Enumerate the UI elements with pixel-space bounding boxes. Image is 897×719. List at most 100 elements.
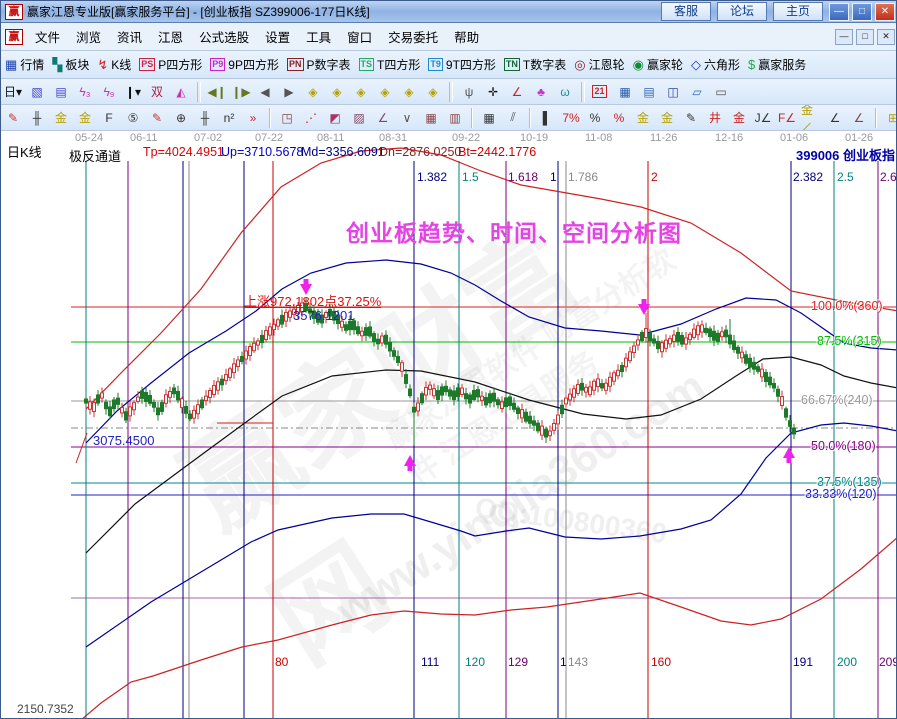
angle-gold-icon[interactable]: 金∠	[800, 107, 822, 129]
menu-资讯[interactable]: 资讯	[109, 24, 150, 49]
pct7-icon[interactable]: 7%	[560, 107, 582, 129]
mdi-minimize-button[interactable]: —	[835, 29, 853, 45]
slant-lines-icon[interactable]: ⫽	[502, 107, 524, 129]
t-digit-table-button[interactable]: TNT数字表	[504, 56, 566, 73]
sectors-button[interactable]: ▚板块	[52, 56, 89, 73]
diamond-hswap-icon[interactable]: ◈	[350, 81, 372, 103]
last-page-icon[interactable]: ❙▶	[230, 81, 252, 103]
grid-yellow1-icon[interactable]: ⊞	[882, 107, 897, 129]
angle-j-icon[interactable]: J∠	[752, 107, 774, 129]
diamond-shrink-icon[interactable]: ◈	[398, 81, 420, 103]
gann-tree-icon[interactable]: ♣	[530, 81, 552, 103]
kline-chart-area[interactable]: 赢家财富网www.yingjia360.com赢家江恩软件 财富分析软件 江恩工…	[1, 131, 897, 719]
draw-brush-icon[interactable]: ✎	[2, 107, 24, 129]
ma3-icon[interactable]: ϟ₃	[74, 81, 96, 103]
pct-lines-icon[interactable]: %	[608, 107, 630, 129]
ma9-icon[interactable]: ϟ₉	[98, 81, 120, 103]
gold-ruler-icon[interactable]: 金	[50, 107, 72, 129]
ruler-icon[interactable]: ╫	[26, 107, 48, 129]
t-square-button[interactable]: TST四方形	[359, 56, 421, 73]
9p-square-button[interactable]: P99P四方形	[210, 56, 279, 73]
maximize-button[interactable]: □	[852, 3, 872, 21]
winner-wheel-button[interactable]: ◉赢家轮	[633, 56, 683, 73]
f-ruler-icon[interactable]: F	[98, 107, 120, 129]
fan-grid-icon[interactable]: ▨	[348, 107, 370, 129]
calendar-icon[interactable]: 21	[590, 81, 612, 103]
pen2-icon[interactable]: ✎	[680, 107, 702, 129]
five-ruler-icon[interactable]: ⑤	[122, 107, 144, 129]
first-page-icon[interactable]: ◀❙	[206, 81, 228, 103]
fan-box-icon[interactable]: ◩	[324, 107, 346, 129]
9t-square-button[interactable]: T99T四方形	[428, 56, 496, 73]
volume-chart-icon[interactable]: ◭	[170, 81, 192, 103]
p-digit-table-button[interactable]: PNP数字表	[287, 56, 351, 73]
gann-grid-icon[interactable]: 井	[704, 107, 726, 129]
grid2-icon[interactable]: ▦	[478, 107, 500, 129]
diamond-cross-icon[interactable]: ◈	[374, 81, 396, 103]
circle-ruler-icon[interactable]: ⊕	[170, 107, 192, 129]
p-square-button[interactable]: PSP四方形	[139, 56, 202, 73]
prev-page-icon[interactable]: ◀	[254, 81, 276, 103]
minimize-button[interactable]: —	[829, 3, 849, 21]
angle-up-icon[interactable]: ∠	[824, 107, 846, 129]
hbars-icon[interactable]: ▌	[536, 107, 558, 129]
winner-service-button[interactable]: $赢家服务	[748, 56, 806, 73]
menu-江恩[interactable]: 江恩	[150, 24, 191, 49]
next-page-icon[interactable]: ▶	[278, 81, 300, 103]
print-icon[interactable]: ▭	[710, 81, 732, 103]
candle-style-dropdown[interactable]: ❙▾	[122, 81, 144, 103]
calculator-icon[interactable]: ▦	[614, 81, 636, 103]
brain-tool-icon[interactable]: ω	[554, 81, 576, 103]
service-button-3[interactable]: 主页	[773, 2, 823, 21]
fan-lines-icon[interactable]: ⋰	[300, 107, 322, 129]
candle-body	[577, 385, 580, 394]
export-icon[interactable]: ▱	[686, 81, 708, 103]
info-panel-icon[interactable]: ▤	[50, 81, 72, 103]
menu-设置[interactable]: 设置	[257, 24, 298, 49]
diamond-expand-icon[interactable]: ◈	[422, 81, 444, 103]
notes-icon[interactable]: ▤	[638, 81, 660, 103]
double-k-icon[interactable]: 双	[146, 81, 168, 103]
grid-tool-icon[interactable]: ▦	[420, 107, 442, 129]
indicator-name[interactable]: 极反通道	[69, 146, 121, 165]
menu-文件[interactable]: 文件	[27, 24, 68, 49]
ray-lines-icon[interactable]: ∠	[372, 107, 394, 129]
menu-公式选股[interactable]: 公式选股	[191, 24, 257, 49]
plain-ruler-icon[interactable]: ╫	[194, 107, 216, 129]
more-tools-chevron[interactable]: »	[242, 107, 264, 129]
pct-icon[interactable]: %	[584, 107, 606, 129]
hexagon-button[interactable]: ◇六角形	[691, 56, 740, 73]
zigzag-icon[interactable]: ∨	[396, 107, 418, 129]
angle-f-icon[interactable]: F∠	[776, 107, 798, 129]
menu-浏览[interactable]: 浏览	[68, 24, 109, 49]
service-button-1[interactable]: 客服	[661, 2, 711, 21]
menu-帮助[interactable]: 帮助	[446, 24, 487, 49]
mdi-close-button[interactable]: ✕	[877, 29, 895, 45]
menu-工具[interactable]: 工具	[298, 24, 339, 49]
gold-lines-icon[interactable]: 金	[656, 107, 678, 129]
chart-overlay-icon[interactable]: ▧	[26, 81, 48, 103]
diamond-left-icon[interactable]: ◈	[302, 81, 324, 103]
service-button-2[interactable]: 论坛	[717, 2, 767, 21]
grid-col-icon[interactable]: ▥	[444, 107, 466, 129]
angle-measure-icon[interactable]: ∠	[506, 81, 528, 103]
save-icon[interactable]: ◫	[662, 81, 684, 103]
hand-tool-icon[interactable]: ψ	[458, 81, 480, 103]
gann-box-icon[interactable]: ◳	[276, 107, 298, 129]
red-brush-icon[interactable]: ✎	[146, 107, 168, 129]
close-button[interactable]: ✕	[875, 3, 895, 21]
angle-z-icon[interactable]: ∠	[848, 107, 870, 129]
diamond-right-icon[interactable]: ◈	[326, 81, 348, 103]
gann-wheel-button[interactable]: ◎江恩轮	[574, 56, 624, 73]
mdi-restore-button[interactable]: □	[856, 29, 874, 45]
period-dropdown[interactable]: 日▾	[2, 81, 24, 103]
n2-ruler-icon[interactable]: n²	[218, 107, 240, 129]
gold-red-icon[interactable]: 金	[728, 107, 750, 129]
quotes-button[interactable]: ▦行情	[5, 56, 44, 73]
crosshair-tool-icon[interactable]: ✛	[482, 81, 504, 103]
kline-button[interactable]: ↯K线	[97, 56, 131, 73]
menu-窗口[interactable]: 窗口	[339, 24, 380, 49]
gold-ruler2-icon[interactable]: 金	[74, 107, 96, 129]
gold-circle-icon[interactable]: 金	[632, 107, 654, 129]
menu-交易委托[interactable]: 交易委托	[380, 24, 446, 49]
